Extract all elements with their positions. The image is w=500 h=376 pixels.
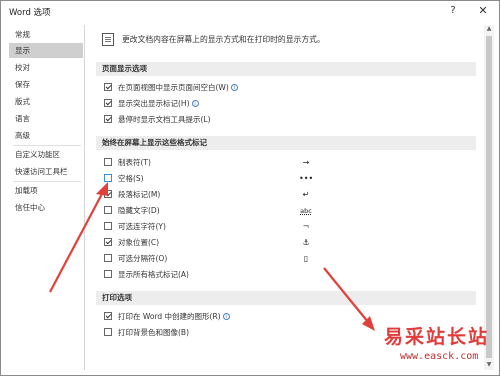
checkbox[interactable]: [104, 115, 112, 123]
title-bar: Word 选项 ? ✕: [1, 1, 499, 23]
dialog-title: Word 选项: [9, 8, 51, 18]
option-label: 显示突出显示标记(H): [118, 99, 190, 108]
watermark-url: www.easck.com: [400, 351, 479, 362]
sidebar-item-trust-center[interactable]: 信任中心: [9, 200, 83, 215]
option-label: 空格(S): [118, 174, 144, 183]
checkbox[interactable]: [104, 174, 112, 182]
watermark: 易采站长站 www.easck.com: [378, 320, 500, 376]
document-icon: [102, 33, 114, 46]
checkbox[interactable]: [104, 83, 112, 91]
checkbox[interactable]: [104, 99, 112, 107]
section-print-options: 打印选项: [96, 291, 476, 305]
display-options-panel: 更改文档内容在屏幕上的显示方式和在打印时的显示方式。 页面显示选项 在页面视图中…: [90, 25, 492, 370]
info-icon[interactable]: i: [191, 100, 199, 107]
section-page-display: 页面显示选项: [96, 62, 476, 76]
paragraph-mark-icon: ↵: [302, 190, 310, 199]
checkbox[interactable]: [104, 206, 112, 214]
option-label: 隐藏文字(D): [118, 206, 160, 215]
sidebar-item-save[interactable]: 保存: [9, 77, 83, 92]
option-label: 段落标记(M): [118, 190, 161, 199]
info-icon[interactable]: i: [222, 313, 230, 320]
checkbox[interactable]: [104, 254, 112, 262]
option-label: 可选连字符(Y): [118, 222, 166, 231]
option-label: 可选分隔符(O): [118, 254, 168, 263]
sidebar-item-proofing[interactable]: 校对: [9, 60, 83, 75]
sidebar-item-language[interactable]: 语言: [9, 111, 83, 126]
checkbox[interactable]: [104, 158, 112, 166]
sidebar-divider: [13, 145, 81, 146]
option-label: 显示所有格式标记(A): [118, 270, 189, 279]
sidebar-item-advanced[interactable]: 高级: [9, 128, 83, 143]
hidden-text-icon: abc: [300, 207, 312, 215]
options-sidebar: 常规 显示 校对 保存 版式 语言 高级 自定义功能区 快速访问工具栏 加载项 …: [9, 25, 85, 370]
close-button[interactable]: ✕: [471, 3, 495, 19]
tab-mark-icon: →: [302, 158, 310, 167]
option-label: 对象位置(C): [118, 238, 160, 247]
scrollbar-thumb[interactable]: [486, 36, 492, 358]
checkbox[interactable]: [104, 270, 112, 278]
sidebar-item-quick-access-toolbar[interactable]: 快速访问工具栏: [9, 164, 83, 179]
section-formatting-marks: 始终在屏幕上显示这些格式标记: [96, 136, 476, 150]
help-button[interactable]: ?: [441, 3, 465, 19]
checkbox[interactable]: [104, 328, 112, 336]
sidebar-item-general[interactable]: 常规: [9, 27, 83, 42]
option-label: 打印背景色和图像(B): [118, 328, 189, 337]
anchor-icon: ⚓: [302, 238, 310, 247]
scroll-up-arrow-icon[interactable]: ▲: [484, 25, 494, 34]
optional-break-icon: ▯: [303, 254, 309, 263]
option-label: 悬停时显示文档工具提示(L): [118, 115, 211, 124]
checkbox[interactable]: [104, 312, 112, 320]
optional-hyphen-icon: ¬: [302, 222, 310, 231]
sidebar-item-add-ins[interactable]: 加载项: [9, 183, 83, 198]
sidebar-item-display[interactable]: 显示: [9, 43, 83, 58]
space-mark-icon: •••: [299, 174, 314, 183]
checkbox[interactable]: [104, 238, 112, 246]
sidebar-divider: [13, 181, 81, 182]
option-label: 制表符(T): [118, 158, 151, 167]
panel-description: 更改文档内容在屏幕上的显示方式和在打印时的显示方式。: [122, 35, 325, 44]
info-icon[interactable]: i: [230, 84, 238, 91]
watermark-text: 易采站长站: [384, 326, 490, 348]
option-label: 在页面视图中显示页面间空白(W): [118, 83, 229, 92]
sidebar-item-customize-ribbon[interactable]: 自定义功能区: [9, 147, 83, 162]
sidebar-item-layout[interactable]: 版式: [9, 94, 83, 109]
option-label: 打印在 Word 中创建的图形(R): [118, 312, 221, 321]
checkbox[interactable]: [104, 222, 112, 230]
checkbox[interactable]: [104, 190, 112, 198]
